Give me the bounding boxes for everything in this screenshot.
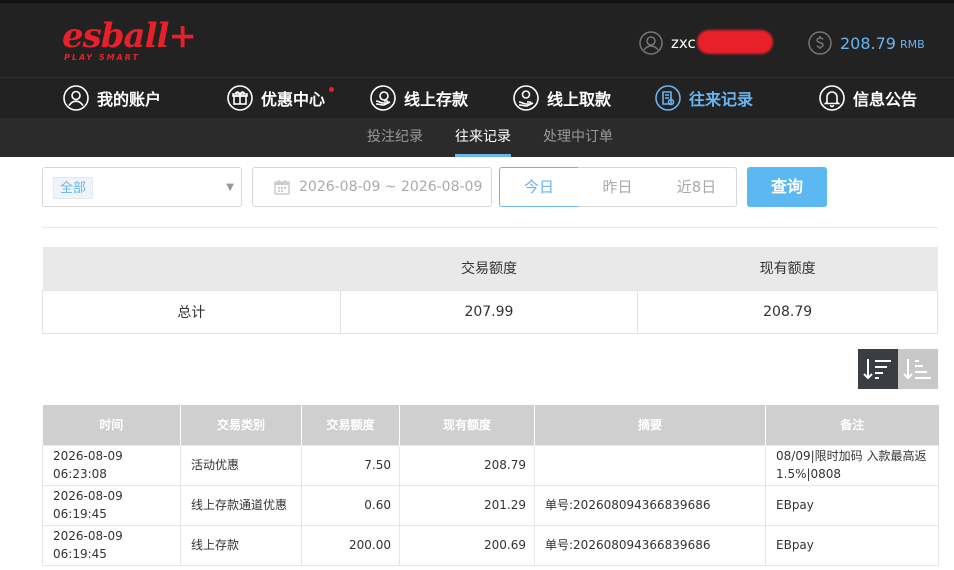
- col-header-type[interactable]: 交易类别: [180, 405, 302, 445]
- records-header-row: 时间 交易类别 交易额度 现有额度 摘要 备注: [42, 405, 939, 445]
- calendar-icon: [274, 180, 290, 195]
- user-account[interactable]: zxc: [639, 30, 773, 56]
- balance-display: 208.79 RMB: [808, 30, 925, 56]
- nav-label: 线上取款: [547, 90, 612, 109]
- header-bar: esball+ PLAY SMART zxc 208.79 RMB: [0, 0, 954, 77]
- cell-type: 线上存款: [180, 524, 302, 566]
- nav-label: 往来记录: [689, 90, 754, 109]
- table-row: 2026-08-09 06:23:08 活动优惠 7.50 208.79 08/…: [42, 444, 939, 486]
- nav-label: 优惠中心: [261, 90, 326, 109]
- cell-type: 线上存款通道优惠: [180, 484, 302, 526]
- yesterday-button[interactable]: 昨日: [578, 167, 658, 207]
- cell-balance: 200.69: [399, 524, 535, 566]
- cell-remark: EBpay: [765, 524, 939, 566]
- cell-type: 活动优惠: [180, 444, 302, 486]
- cell-summary: 单号:202608094366839686: [534, 524, 766, 566]
- nav-my-account[interactable]: 我的账户: [63, 83, 161, 113]
- nav-label: 线上存款: [404, 90, 469, 109]
- query-button[interactable]: 查询: [747, 167, 827, 207]
- notification-dot: [329, 87, 335, 92]
- user-icon: [63, 85, 89, 111]
- tab-bet-records[interactable]: 投注纪录: [367, 118, 423, 157]
- sub-nav: 投注纪录 往来记录 处理中订单: [0, 118, 954, 157]
- nav-promotions[interactable]: 优惠中心: [227, 83, 335, 113]
- cell-remark: EBpay: [765, 484, 939, 526]
- nav-label: 信息公告: [853, 90, 918, 109]
- cell-balance: 208.79: [399, 444, 535, 486]
- today-button[interactable]: 今日: [499, 167, 579, 207]
- withdraw-icon: [513, 85, 539, 111]
- balance-amount: 208.79: [840, 33, 896, 53]
- nav-online-deposit[interactable]: 线上存款: [370, 83, 468, 113]
- table-row: 2026-08-09 06:19:45 线上存款通道优惠 0.60 201.29…: [42, 484, 939, 526]
- redaction-mark: [697, 30, 773, 54]
- chevron-down-icon: ▼: [226, 182, 234, 193]
- col-header-remark[interactable]: 备注: [765, 405, 939, 445]
- selected-category-tag: 全部: [53, 177, 94, 199]
- category-select[interactable]: 全部 ▼: [42, 167, 242, 207]
- records-icon: [655, 85, 681, 111]
- sort-descending-button[interactable]: [858, 349, 898, 389]
- cell-time: 2026-08-09 06:19:45: [42, 524, 181, 566]
- nav-online-withdraw[interactable]: 线上取款: [513, 83, 611, 113]
- last-8-days-button[interactable]: 近8日: [657, 167, 737, 207]
- nav-transaction-records[interactable]: 往来记录: [655, 83, 753, 113]
- sort-asc-icon: [903, 359, 931, 380]
- cell-amount: 200.00: [301, 524, 400, 566]
- date-range-picker[interactable]: 2026-08-09 ~ 2026-08-09: [252, 167, 492, 207]
- nav-announcements[interactable]: 信息公告: [819, 83, 917, 113]
- tab-pending-orders[interactable]: 处理中订单: [543, 118, 613, 157]
- table-row: 2026-08-09 06:19:45 线上存款 200.00 200.69 单…: [42, 524, 939, 566]
- summary-total-label: 总计: [42, 289, 341, 334]
- cell-time: 2026-08-09 06:19:45: [42, 484, 181, 526]
- user-icon: [639, 31, 663, 55]
- col-header-time[interactable]: 时间: [42, 405, 181, 445]
- cell-balance: 201.29: [399, 484, 535, 526]
- cell-remark: 08/09|限时加码 入款最高返1.5%|0808: [765, 444, 939, 486]
- nav-label: 我的账户: [97, 90, 162, 109]
- summary-header-row: 交易额度 现有额度: [42, 247, 938, 290]
- sort-ascending-button[interactable]: [898, 349, 938, 389]
- summary-header-amount: 交易额度: [340, 247, 638, 290]
- cell-summary: [534, 444, 766, 486]
- esball-logo[interactable]: esball+ PLAY SMART: [62, 16, 197, 62]
- col-header-balance[interactable]: 现有额度: [399, 405, 535, 445]
- summary-total-balance: 208.79: [637, 289, 938, 334]
- summary-total-amount: 207.99: [339, 289, 639, 334]
- summary-table: 交易额度 现有额度 总计 207.99 208.79: [42, 247, 938, 334]
- cell-amount: 7.50: [301, 444, 400, 486]
- cell-summary: 单号:202608094366839686: [534, 484, 766, 526]
- cell-amount: 0.60: [301, 484, 400, 526]
- tab-transaction-records[interactable]: 往来记录: [455, 118, 511, 157]
- summary-row: 总计 207.99 208.79: [42, 289, 938, 334]
- logo-text: esball+: [62, 16, 197, 56]
- username: zxc: [671, 30, 773, 54]
- date-range-text: 2026-08-09 ~ 2026-08-09: [299, 179, 483, 195]
- records-table: 时间 交易类别 交易额度 现有额度 摘要 备注 2026-08-09 06:23…: [42, 405, 939, 566]
- dollar-icon: [808, 31, 832, 55]
- cell-time: 2026-08-09 06:23:08: [42, 444, 181, 486]
- sort-desc-icon: [863, 359, 891, 380]
- balance-unit: RMB: [899, 38, 925, 51]
- deposit-icon: [370, 85, 396, 111]
- summary-header-balance: 现有额度: [637, 247, 938, 290]
- main-nav: 我的账户 优惠中心 线上存款 线上取款 往来记录 信息公告: [0, 77, 954, 118]
- gift-icon: [227, 85, 253, 111]
- col-header-amount[interactable]: 交易额度: [301, 405, 400, 445]
- bell-icon: [819, 85, 845, 111]
- nav-label-wrap: 优惠中心: [261, 86, 335, 110]
- summary-header-empty: [42, 247, 341, 290]
- divider: [42, 227, 938, 228]
- col-header-summary[interactable]: 摘要: [534, 405, 766, 445]
